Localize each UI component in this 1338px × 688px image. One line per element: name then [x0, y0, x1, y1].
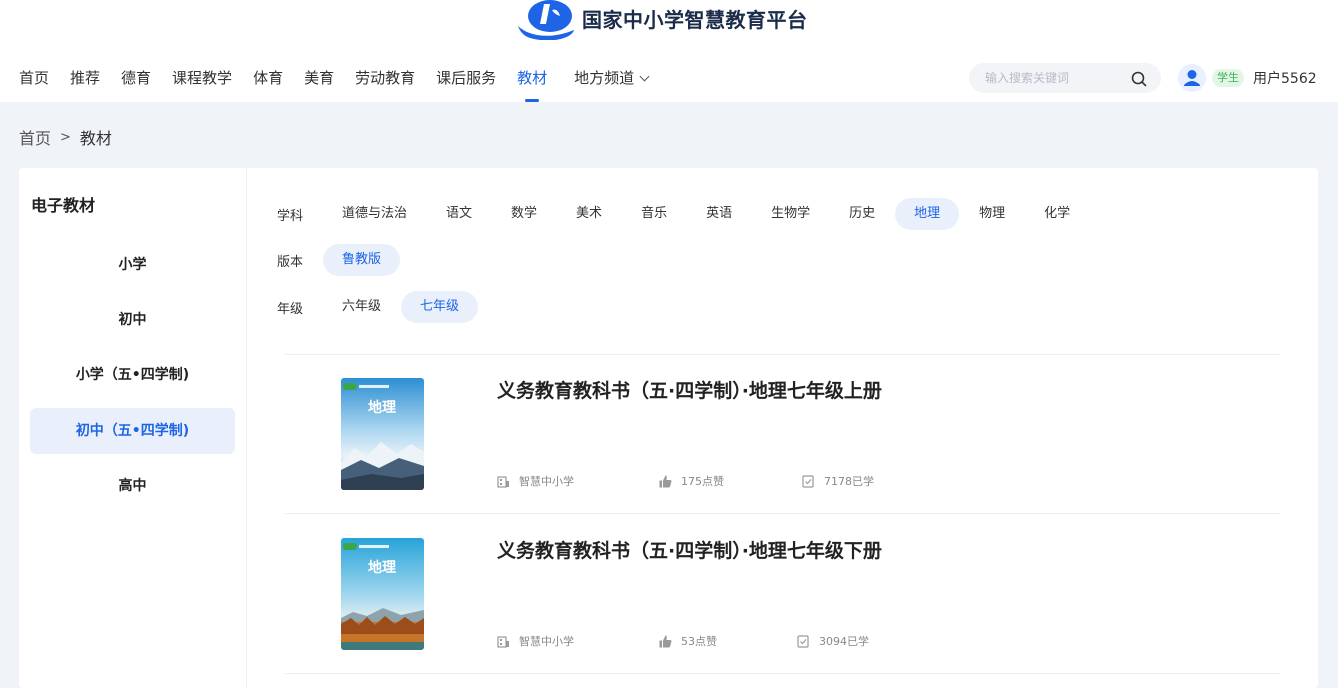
book-card[interactable]: 地理 义务教育教科书（五·四学制）·地理七年级上册 智慧中小学 175点赞 71…	[285, 355, 1280, 513]
chip-geography[interactable]: 地理	[895, 198, 960, 230]
nav-textbook[interactable]: 教材	[517, 66, 547, 102]
likes-count: 175点赞	[681, 475, 724, 488]
stage-primary-54[interactable]: 小学（五•四学制)	[30, 352, 235, 398]
book-publisher: 智慧中小学	[497, 631, 574, 651]
chip-grade-6[interactable]: 六年级	[323, 291, 400, 323]
search-input[interactable]	[985, 63, 1125, 93]
publisher-text: 智慧中小学	[519, 635, 574, 648]
book-learners: 7178已学	[802, 471, 874, 491]
subject-filter-label: 学科	[277, 208, 304, 224]
learners-count: 7178已学	[824, 475, 874, 488]
subject-filter: 学科 道德与法治 语文 数学 美术 音乐 英语 生物学 历史 地理 物理 化学	[277, 198, 1090, 230]
grade-filter: 年级 六年级 七年级	[277, 291, 479, 323]
grade-filter-label: 年级	[277, 301, 304, 317]
building-icon	[497, 475, 509, 488]
logo-icon	[518, 0, 574, 40]
divider	[285, 673, 1280, 674]
publisher-text: 智慧中小学	[519, 475, 574, 488]
study-icon	[797, 634, 809, 648]
edition-filter-label: 版本	[277, 254, 304, 270]
building-icon	[497, 635, 509, 648]
thumbs-up-icon	[659, 635, 672, 647]
nav-afterschool[interactable]: 课后服务	[436, 66, 496, 102]
stage-primary[interactable]: 小学	[30, 242, 235, 288]
book-title[interactable]: 义务教育教科书（五·四学制）·地理七年级下册	[497, 536, 882, 563]
top-header: 国家中小学智慧教育平台 首页 推荐 德育 课程教学 体育 美育 劳动教育 课后服…	[0, 0, 1338, 102]
book-likes: 175点赞	[659, 471, 724, 491]
nav-home[interactable]: 首页	[19, 66, 49, 102]
study-icon	[802, 474, 814, 488]
main-nav: 首页 推荐 德育 课程教学 体育 美育 劳动教育 课后服务 教材 地方频道	[19, 66, 669, 102]
chip-history[interactable]: 历史	[830, 198, 894, 230]
book-likes: 53点赞	[659, 631, 717, 651]
chevron-down-icon	[639, 71, 650, 82]
learners-count: 3094已学	[819, 635, 869, 648]
chip-edition-lujiao[interactable]: 鲁教版	[323, 244, 401, 276]
breadcrumb-current: 教材	[79, 129, 112, 148]
nav-local-channel[interactable]: 地方频道	[574, 66, 650, 102]
book-cover-title: 地理	[368, 559, 396, 576]
chip-math[interactable]: 数学	[492, 198, 556, 230]
chip-chinese[interactable]: 语文	[427, 198, 491, 230]
divider	[285, 513, 1280, 514]
search-box	[969, 63, 1161, 93]
book-learners: 3094已学	[797, 631, 869, 651]
chip-biology[interactable]: 生物学	[752, 198, 829, 230]
user-area[interactable]: 学生 用户5562	[1178, 63, 1317, 93]
breadcrumb: 首页 > 教材	[19, 125, 112, 149]
stage-sidebar: 电子教材 小学 初中 小学（五•四学制) 初中（五•四学制) 高中	[19, 168, 247, 688]
book-card[interactable]: 地理 义务教育教科书（五·四学制）·地理七年级下册 智慧中小学 53点赞 309…	[285, 515, 1280, 673]
search-icon[interactable]	[1131, 71, 1147, 87]
nav-arts[interactable]: 美育	[304, 66, 334, 102]
stage-senior[interactable]: 高中	[30, 463, 235, 509]
stage-junior[interactable]: 初中	[30, 297, 235, 343]
nav-course[interactable]: 课程教学	[172, 66, 232, 102]
book-cover-image[interactable]: 地理	[341, 378, 424, 490]
book-cover-image[interactable]: 地理	[341, 538, 424, 650]
book-title[interactable]: 义务教育教科书（五·四学制）·地理七年级上册	[497, 376, 882, 403]
edition-filter: 版本 鲁教版	[277, 244, 401, 276]
chip-english[interactable]: 英语	[687, 198, 751, 230]
nav-local-channel-label: 地方频道	[574, 69, 635, 87]
role-badge: 学生	[1212, 69, 1244, 87]
chip-music[interactable]: 音乐	[622, 198, 686, 230]
likes-count: 53点赞	[681, 635, 717, 648]
site-logo[interactable]: 国家中小学智慧教育平台	[516, 0, 808, 40]
user-name[interactable]: 用户5562	[1253, 68, 1317, 88]
breadcrumb-home[interactable]: 首页	[19, 125, 51, 149]
avatar-icon[interactable]	[1178, 64, 1206, 92]
thumbs-up-icon	[659, 475, 672, 487]
nav-recommend[interactable]: 推荐	[70, 66, 100, 102]
sidebar-title: 电子教材	[31, 196, 96, 215]
breadcrumb-separator: >	[60, 129, 71, 145]
chip-fine-arts[interactable]: 美术	[557, 198, 621, 230]
site-title: 国家中小学智慧教育平台	[582, 8, 808, 32]
book-publisher: 智慧中小学	[497, 471, 574, 491]
chip-chemistry[interactable]: 化学	[1025, 198, 1089, 230]
stage-junior-54[interactable]: 初中（五•四学制)	[30, 408, 235, 454]
chip-physics[interactable]: 物理	[960, 198, 1024, 230]
nav-moral[interactable]: 德育	[121, 66, 151, 102]
book-cover-title: 地理	[368, 399, 396, 416]
chip-grade-7[interactable]: 七年级	[401, 291, 479, 323]
content-panel: 电子教材 小学 初中 小学（五•四学制) 初中（五•四学制) 高中 学科 道德与…	[19, 168, 1318, 688]
chip-morality[interactable]: 道德与法治	[323, 198, 426, 230]
nav-labor[interactable]: 劳动教育	[355, 66, 415, 102]
nav-sports[interactable]: 体育	[253, 66, 283, 102]
